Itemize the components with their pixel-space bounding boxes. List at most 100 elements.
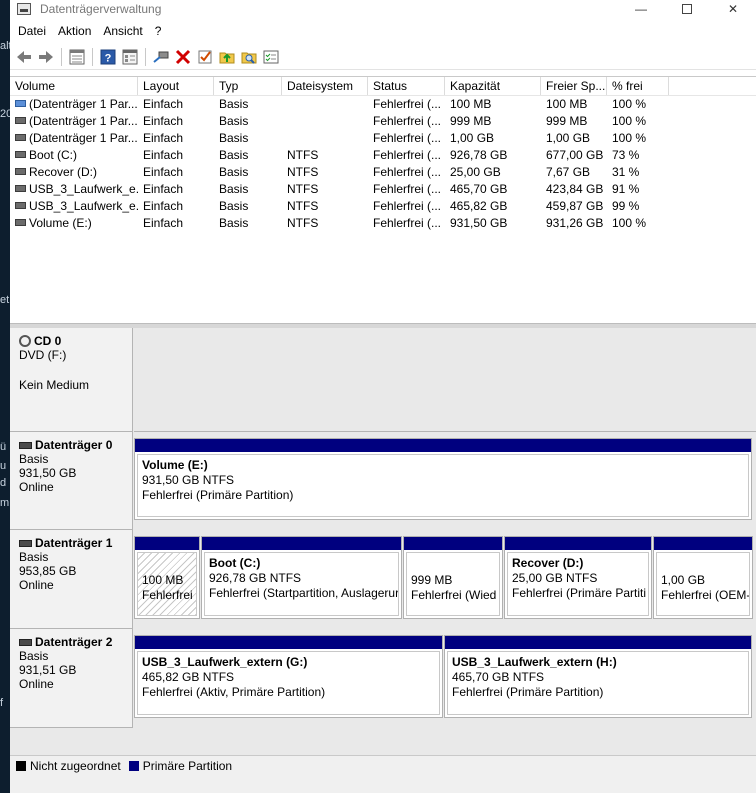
volume-row[interactable]: Volume (E:) Einfach Basis NTFS Fehlerfrei (.… <box>10 215 756 232</box>
disk-size: 953,85 GB <box>19 564 77 578</box>
connect-icon[interactable] <box>150 46 171 67</box>
volume-cell-fs: NTFS <box>287 199 319 213</box>
disk-label-0[interactable]: Datenträger 0 Basis 931,50 GB Online <box>10 432 133 530</box>
list-view-icon[interactable] <box>66 46 87 67</box>
volume-row[interactable]: (Datenträger 1 Par... Einfach Basis Fehlerf… <box>10 96 756 113</box>
legend-item-unallocated: Nicht zugeordnet <box>16 759 121 773</box>
volume-cell-pct: 100 % <box>612 131 647 145</box>
volume-cell-type: Basis <box>219 131 249 145</box>
volume-row[interactable]: Recover (D:) Einfach Basis NTFS Fehlerfrei (… <box>10 164 756 181</box>
column-header-layout[interactable]: Layout <box>138 77 214 95</box>
search-folder-icon[interactable] <box>238 46 259 67</box>
volume-cell-free: 459,87 GB <box>546 199 604 213</box>
partition-system-100mb[interactable]: 100 MB Fehlerfrei <box>134 536 200 619</box>
partition-size: 100 MB <box>142 573 184 587</box>
volume-list[interactable]: Volume Layout Typ Dateisystem Status Kap… <box>10 76 756 323</box>
desktop-text-fragment: u <box>0 460 7 472</box>
volume-row[interactable]: USB_3_Laufwerk_e... Einfach Basis NTFS Fehle… <box>10 181 756 198</box>
volume-cell-status: Fehlerfrei (... <box>373 131 442 145</box>
volume-cell-layout: Einfach <box>143 97 184 111</box>
delete-icon[interactable] <box>172 46 193 67</box>
menu-help[interactable]: ? <box>149 24 168 38</box>
volume-cell-status: Fehlerfrei (... <box>373 148 442 162</box>
column-header-percent-free[interactable]: % frei <box>607 77 669 95</box>
partition-boot-c[interactable]: Boot (C:) 926,78 GB NTFS Fehlerfrei (Sta… <box>201 536 402 619</box>
cd-drive-icon <box>19 335 31 347</box>
menu-ansicht[interactable]: Ansicht <box>97 24 148 38</box>
volume-cell-status: Fehlerfrei (... <box>373 216 442 230</box>
partition-usb-g[interactable]: USB_3_Laufwerk_extern (G:) 465,82 GB NTF… <box>134 635 443 718</box>
folder-up-icon[interactable] <box>216 46 237 67</box>
volume-row[interactable]: Boot (C:) Einfach Basis NTFS Fehlerfrei (...… <box>10 147 756 164</box>
column-header-capacity[interactable]: Kapazität <box>445 77 541 95</box>
column-header-free-space[interactable]: Freier Sp... <box>541 77 607 95</box>
volume-cell-name: (Datenträger 1 Par... <box>10 113 138 130</box>
properties-list-icon[interactable] <box>260 46 281 67</box>
disk-size: 931,50 GB <box>19 466 77 480</box>
disk-type: DVD (F:) <box>19 348 67 362</box>
partition-oem-1gb[interactable]: 1,00 GB Fehlerfrei (OEM- <box>653 536 753 619</box>
partition-usb-h[interactable]: USB_3_Laufwerk_extern (H:) 465,70 GB NTF… <box>444 635 752 718</box>
volume-cell-name: USB_3_Laufwerk_e... <box>10 198 138 215</box>
volume-cell-capacity: 465,70 GB <box>450 182 508 196</box>
disk-label-cd0[interactable]: CD 0 DVD (F:) Kein Medium <box>10 328 133 432</box>
cd0-empty-area <box>134 328 756 432</box>
column-header-status[interactable]: Status <box>368 77 445 95</box>
volume-cell-pct: 91 % <box>612 182 640 196</box>
close-button[interactable]: ✕ <box>710 0 756 18</box>
minimize-button[interactable]: — <box>618 0 664 18</box>
column-header-type[interactable]: Typ <box>214 77 282 95</box>
toolbar-separator <box>145 47 146 66</box>
legend-swatch-black <box>16 761 26 771</box>
volume-icon <box>15 117 26 124</box>
title-bar[interactable]: Datenträgerverwaltung — ✕ <box>10 0 756 18</box>
column-header-filesystem[interactable]: Dateisystem <box>282 77 368 95</box>
column-header-volume[interactable]: Volume <box>10 77 138 95</box>
maximize-button[interactable] <box>664 0 710 18</box>
menu-datei[interactable]: Datei <box>12 24 52 38</box>
volume-cell-name: USB_3_Laufwerk_e... <box>10 181 138 198</box>
disk-label-2[interactable]: Datenträger 2 Basis 931,51 GB Online <box>10 629 133 728</box>
disk-title: Datenträger 1 <box>35 536 113 550</box>
properties-icon[interactable] <box>119 46 140 67</box>
toolbar-separator <box>61 47 62 66</box>
volume-name: USB_3_Laufwerk_e... <box>29 199 138 213</box>
maximize-icon <box>682 4 692 14</box>
volume-cell-free: 1,00 GB <box>546 131 591 145</box>
partition-info: USB_3_Laufwerk_extern (H:) 465,70 GB NTF… <box>447 651 749 715</box>
volume-cell-name: Boot (C:) <box>10 147 138 164</box>
partition-info: 999 MB Fehlerfrei (Wied <box>406 552 500 616</box>
partition-size: 931,50 GB NTFS <box>142 473 235 487</box>
partition-name: USB_3_Laufwerk_extern (H:) <box>452 655 617 669</box>
volume-cell-layout: Einfach <box>143 182 184 196</box>
partition-status: Fehlerfrei (Aktiv, Primäre Partition) <box>142 685 326 699</box>
desktop-text-fragment: d <box>0 477 7 489</box>
volume-cell-type: Basis <box>219 216 249 230</box>
back-icon[interactable] <box>13 46 34 67</box>
disk-0-partitions: Volume (E:) 931,50 GB NTFS Fehlerfrei (P… <box>134 432 756 530</box>
disk-row-cd0: CD 0 DVD (F:) Kein Medium <box>10 328 756 432</box>
check-icon[interactable] <box>194 46 215 67</box>
volume-cell-pct: 100 % <box>612 97 647 111</box>
disk-label-1[interactable]: Datenträger 1 Basis 953,85 GB Online <box>10 530 133 629</box>
volume-cell-status: Fehlerfrei (... <box>373 114 442 128</box>
partition-recovery-999mb[interactable]: 999 MB Fehlerfrei (Wied <box>403 536 503 619</box>
help-icon[interactable]: ? <box>97 46 118 67</box>
volume-cell-pct: 73 % <box>612 148 640 162</box>
menu-aktion[interactable]: Aktion <box>52 24 97 38</box>
partition-volume-e[interactable]: Volume (E:) 931,50 GB NTFS Fehlerfrei (P… <box>134 438 752 520</box>
partition-recover-d[interactable]: Recover (D:) 25,00 GB NTFS Fehlerfrei (P… <box>504 536 652 619</box>
disk-management-window: Datenträgerverwaltung — ✕ Datei Aktion A… <box>10 0 756 793</box>
window-title: Datenträgerverwaltung <box>40 2 162 16</box>
volume-row[interactable]: (Datenträger 1 Par... Einfach Basis Fehlerf… <box>10 113 756 130</box>
volume-cell-fs: NTFS <box>287 216 319 230</box>
primary-partition-stripe <box>654 537 752 550</box>
volume-cell-name: (Datenträger 1 Par... <box>10 96 138 113</box>
volume-row[interactable]: (Datenträger 1 Par... Einfach Basis Fehlerf… <box>10 130 756 147</box>
volume-cell-free: 100 MB <box>546 97 588 111</box>
volume-cell-pct: 99 % <box>612 199 640 213</box>
volume-cell-capacity: 931,50 GB <box>450 216 508 230</box>
volume-row[interactable]: USB_3_Laufwerk_e... Einfach Basis NTFS Fehle… <box>10 198 756 215</box>
disk-status: Kein Medium <box>19 378 90 392</box>
forward-icon[interactable] <box>35 46 56 67</box>
